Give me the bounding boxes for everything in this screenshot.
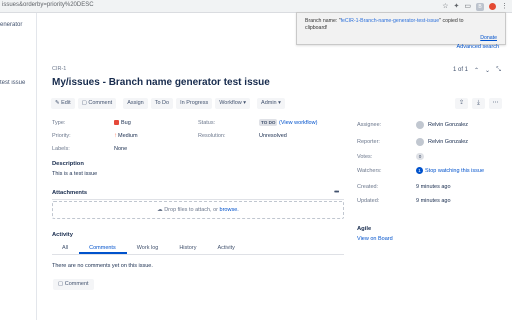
tab-activity[interactable]: Activity [207,243,245,254]
description-text[interactable]: This is a test issue [52,171,97,177]
popup-branch-name: feCIR-1-Branch-name-generator-test-issue [340,18,440,24]
comment-icon: ▢ [81,100,87,106]
dropzone-text: Drop files to attach, or [164,207,220,213]
pager-down-icon[interactable]: ⌄ [485,67,490,74]
admin-dropdown[interactable]: Admin ▾ [257,98,285,109]
more-icon[interactable]: ⋯ [489,98,502,109]
tab-comments[interactable]: Comments [79,243,127,254]
sidebar-divider [36,13,37,320]
votes-value[interactable]: 0 [416,153,424,160]
type-value-text: Bug [121,120,131,126]
status-value: TO DO (View workflow) [259,119,317,126]
stop-watching-link[interactable]: Stop watching this issue [425,168,484,174]
branch-extension-icon[interactable]: B [476,2,484,11]
assignee-label: Assignee: [357,122,382,128]
tab-all[interactable]: All [52,243,79,254]
toolbar-right: ⇪ ⤓ ⋯ [455,98,502,109]
popup-message-prefix: Branch name: " [305,18,341,24]
issue-pager: 1 of 1 ⌃ ⌄ ⤡ [453,67,501,74]
created-value: 9 minutes ago [416,184,451,190]
reporter-label: Reporter: [357,139,380,145]
agile-heading: Agile [357,226,372,232]
bug-icon [114,120,119,126]
todo-button[interactable]: To Do [150,98,174,109]
menu-icon[interactable]: ⋮ [501,2,508,11]
in-progress-button[interactable]: In Progress [176,98,213,109]
labels-label: Labels: [52,146,70,152]
updated-value: 9 minutes ago [416,198,451,204]
tab-work-log[interactable]: Work log [127,243,170,254]
resolution-label: Resolution: [198,133,226,139]
watchers-count-badge[interactable]: 1 [416,167,423,174]
admin-label: Admin [261,100,277,106]
edit-icon: ✎ [55,100,60,106]
comment-button[interactable]: ▢ Comment [77,98,117,109]
workflow-label: Workflow [219,100,242,106]
popup-message: Branch name: "feCIR-1-Branch-name-genera… [305,18,465,32]
watchers-label: Watchers: [357,168,382,174]
red-extension-icon[interactable] [489,3,496,10]
extensions-icon[interactable]: ✦ [454,2,460,11]
resolution-value: Unresolved [259,133,287,139]
avatar [416,138,424,146]
priority-label: Priority: [52,133,71,139]
medium-priority-icon: ↑ [114,133,117,139]
extension-icons: ☆ ✦ ▭ B ⋮ [442,1,508,12]
edit-button[interactable]: ✎ Edit [51,98,75,109]
url-text[interactable]: issues&orderby=priority%20DESC [2,2,94,8]
advanced-search-link[interactable]: Advanced search [457,44,500,50]
view-workflow-link[interactable]: (View workflow) [279,120,317,126]
activity-heading: Activity [52,232,73,238]
branch-name-popup: Branch name: "feCIR-1-Branch-name-genera… [296,12,506,45]
share-icon[interactable]: ⇪ [455,98,468,109]
tab-history[interactable]: History [169,243,207,254]
star-icon[interactable]: ☆ [442,2,448,11]
edit-label: Edit [61,100,71,106]
issue-title: My/issues - Branch name generator test i… [52,77,270,88]
type-value: Bug [114,120,131,126]
attachments-more-icon[interactable]: ••• [334,189,339,196]
type-label: Type: [52,120,66,126]
assignee-value[interactable]: Relvin Gonzalez [428,122,468,128]
votes-badge: 0 [416,153,424,160]
view-on-board-link[interactable]: View on Board [357,236,393,242]
activity-tabs: All Comments Work log History Activity [52,243,344,255]
pager-up-icon[interactable]: ⌃ [474,67,479,74]
sidebar-selected-issue[interactable]: test issue [0,80,36,86]
assign-button[interactable]: Assign [123,98,148,109]
created-label: Created: [357,184,379,190]
donate-link[interactable]: Donate [480,35,497,41]
pager-text: 1 of 1 [453,67,469,73]
workflow-dropdown[interactable]: Workflow ▾ [215,98,251,109]
chevron-down-icon: ▾ [243,100,247,106]
attachments-heading: Attachments [52,190,88,196]
issue-toolbar: ✎ Edit ▢ Comment Assign To Do In Progres… [51,98,285,109]
browse-link[interactable]: browse. [220,207,239,213]
labels-value: None [114,146,128,152]
updated-label: Updated: [357,198,380,204]
status-label: Status: [198,120,216,126]
breadcrumb[interactable]: CIR-1 [52,66,66,72]
attachments-divider [52,199,344,200]
priority-value: ↑Medium [114,133,138,139]
cast-icon[interactable]: ▭ [464,2,471,11]
export-icon[interactable]: ⤓ [472,98,485,109]
watchers-value: 1 Stop watching this issue [416,167,484,174]
status-badge: TO DO [259,119,278,126]
no-comments-text: There are no comments yet on this issue. [52,263,153,269]
priority-value-text: Medium [118,133,138,139]
comment-icon: ▢ [58,281,64,287]
attachments-dropzone[interactable]: ☁ Drop files to attach, or browse. [52,201,344,219]
collapse-icon[interactable]: ⤡ [496,67,501,74]
add-comment-label: Comment [64,281,89,287]
sidebar-app-name[interactable]: enerator [0,22,36,28]
votes-label: Votes: [357,154,373,160]
cloud-upload-icon: ☁ [157,207,163,213]
add-comment-button[interactable]: ▢ Comment [53,279,94,290]
reporter-value[interactable]: Relvin Gonzalez [428,139,468,145]
avatar [416,121,424,129]
chevron-down-icon: ▾ [278,100,281,106]
comment-label: Comment [88,100,113,106]
description-heading: Description [52,161,84,167]
